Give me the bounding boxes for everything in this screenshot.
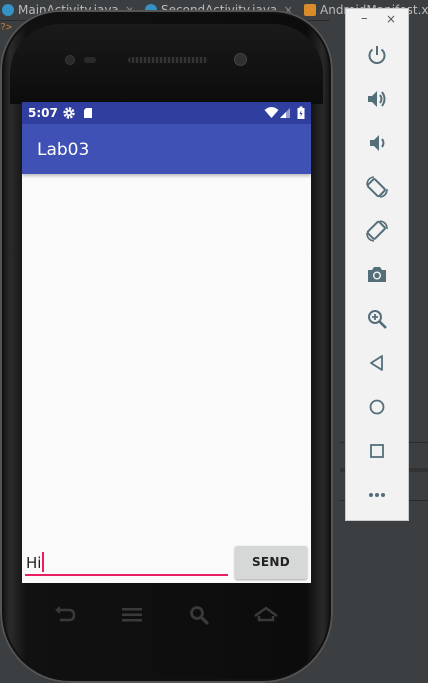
- status-bar: 5:07: [22, 102, 311, 124]
- zoom-icon: [368, 310, 387, 329]
- send-button[interactable]: SEND: [235, 546, 307, 579]
- menu-icon[interactable]: [120, 604, 144, 626]
- close-button[interactable]: ×: [386, 13, 398, 25]
- nav-overview-button[interactable]: [363, 437, 391, 465]
- back-triangle-icon: [370, 355, 383, 371]
- volume-down-icon: [370, 135, 385, 151]
- earpiece-speaker: [128, 57, 208, 63]
- search-icon[interactable]: [187, 604, 211, 626]
- nav-home-button[interactable]: [363, 393, 391, 421]
- rotate-left-icon: [366, 176, 388, 198]
- rotate-right-button[interactable]: [363, 217, 391, 245]
- input-underline: [25, 574, 228, 576]
- volume-down-button[interactable]: [363, 129, 391, 157]
- more-icon: [369, 493, 385, 497]
- text-cursor: [42, 552, 44, 572]
- power-icon: [368, 46, 386, 64]
- message-input[interactable]: Hi: [25, 546, 228, 576]
- more-button[interactable]: [363, 481, 391, 509]
- device-bezel: [10, 24, 323, 104]
- device-screen: 5:07 Lab03 Hi SEND: [22, 102, 311, 583]
- app-bar: Lab03: [22, 124, 311, 174]
- camera-icon: [368, 267, 386, 282]
- back-icon[interactable]: [52, 604, 78, 626]
- front-camera: [235, 54, 246, 65]
- wifi-icon: [264, 107, 279, 118]
- overview-square-icon: [370, 444, 384, 458]
- sd-card-icon: [84, 108, 92, 118]
- nav-back-button[interactable]: [363, 349, 391, 377]
- rotate-right-icon: [366, 220, 388, 242]
- home-icon[interactable]: [252, 604, 280, 626]
- screenshot-button[interactable]: [363, 261, 391, 289]
- signal-icon: [280, 108, 290, 118]
- light-sensor: [84, 57, 96, 63]
- proximity-sensor: [66, 56, 74, 64]
- settings-icon: [63, 107, 75, 119]
- zoom-button[interactable]: [363, 305, 391, 333]
- app-title: Lab03: [37, 140, 90, 160]
- xml-file-icon: [304, 4, 316, 16]
- battery-charging-icon: [297, 106, 305, 119]
- power-button[interactable]: [363, 41, 391, 69]
- volume-up-icon: [368, 91, 386, 107]
- volume-up-button[interactable]: [363, 85, 391, 113]
- emulator-toolbar: – ×: [345, 8, 409, 521]
- status-time: 5:07: [28, 106, 58, 120]
- editor-gutter: ?>: [0, 22, 13, 33]
- message-input-value: Hi: [26, 554, 42, 572]
- minimize-button[interactable]: –: [361, 12, 371, 25]
- java-class-icon: [2, 4, 14, 16]
- home-circle-icon: [369, 399, 385, 415]
- rotate-left-button[interactable]: [363, 173, 391, 201]
